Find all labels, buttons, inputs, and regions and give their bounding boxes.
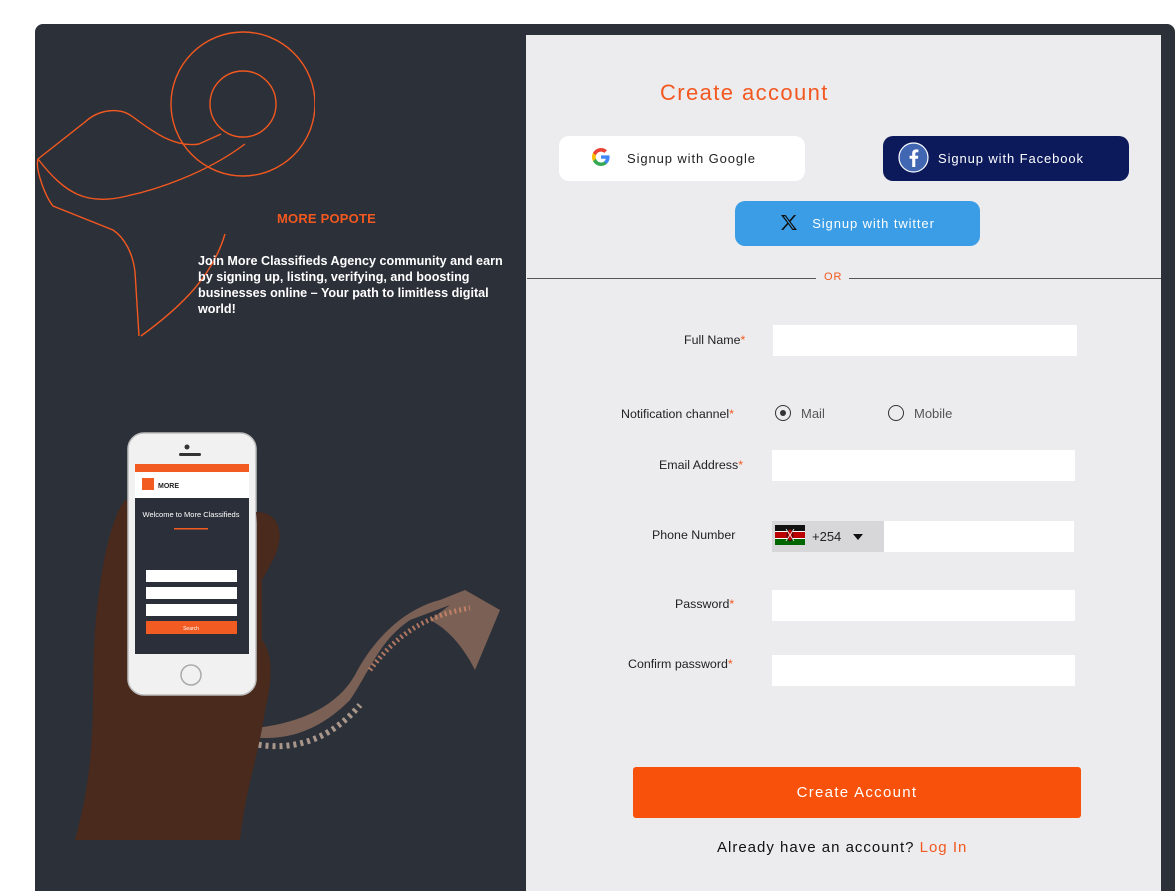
confirm-password-label: Confirm password* xyxy=(628,657,733,671)
email-label: Email Address* xyxy=(659,458,744,472)
full-name-input[interactable] xyxy=(773,325,1077,356)
phone-number-label: Phone Number xyxy=(652,528,736,542)
phone-number-input[interactable] xyxy=(884,521,1074,552)
phone-welcome-text: Welcome to More Classifieds xyxy=(143,510,240,519)
google-signup-label: Signup with Google xyxy=(627,151,756,166)
login-prompt-text: Already have an account? xyxy=(717,839,915,856)
facebook-icon xyxy=(898,141,929,176)
password-label: Password* xyxy=(675,597,735,611)
twitter-signup-label: Signup with twitter xyxy=(812,216,935,231)
country-code-select[interactable]: +254 xyxy=(772,521,884,552)
x-icon xyxy=(780,214,798,234)
radio-mail-indicator xyxy=(775,405,791,421)
full-name-label: Full Name* xyxy=(684,333,746,347)
brand-tagline: Join More Classifieds Agency community a… xyxy=(198,254,503,316)
confirm-password-input[interactable] xyxy=(772,655,1075,686)
page-margin xyxy=(0,823,35,891)
radio-mail-label: Mail xyxy=(801,405,825,421)
dark-footer-strip xyxy=(35,847,526,891)
notification-channel-label: Notification channel* xyxy=(621,407,734,421)
divider-right xyxy=(849,278,1161,279)
login-prompt: Already have an account? Log In xyxy=(717,839,967,856)
google-icon xyxy=(591,147,611,170)
google-signup-button[interactable]: Signup with Google xyxy=(559,136,805,181)
divider-left xyxy=(527,278,816,279)
phone-search-text: Search xyxy=(183,626,199,632)
login-link[interactable]: Log In xyxy=(920,839,968,856)
radio-mobile-label: Mobile xyxy=(914,405,953,421)
kenya-flag-icon xyxy=(775,525,805,548)
phone-brand-text: MORE xyxy=(158,483,179,490)
or-divider-text: OR xyxy=(824,271,843,283)
twitter-signup-button[interactable]: Signup with twitter xyxy=(735,201,980,246)
form-title: Create account xyxy=(660,80,829,105)
create-account-button[interactable]: Create Account xyxy=(633,767,1081,818)
radio-mobile-indicator xyxy=(888,405,904,421)
caret-down-icon xyxy=(853,533,864,540)
email-input[interactable] xyxy=(772,450,1075,481)
country-code-value: +254 xyxy=(812,529,842,544)
facebook-signup-label: Signup with Facebook xyxy=(938,151,1084,166)
radio-mail[interactable]: Mail xyxy=(775,405,825,421)
radio-mobile[interactable]: Mobile xyxy=(888,405,952,421)
facebook-signup-button[interactable]: Signup with Facebook xyxy=(883,136,1129,181)
password-input[interactable] xyxy=(772,590,1075,621)
phone-crowd-illustration: MORE Welcome to More Classifieds Search xyxy=(75,432,500,840)
brand-name: MORE POPOTE xyxy=(277,211,376,226)
